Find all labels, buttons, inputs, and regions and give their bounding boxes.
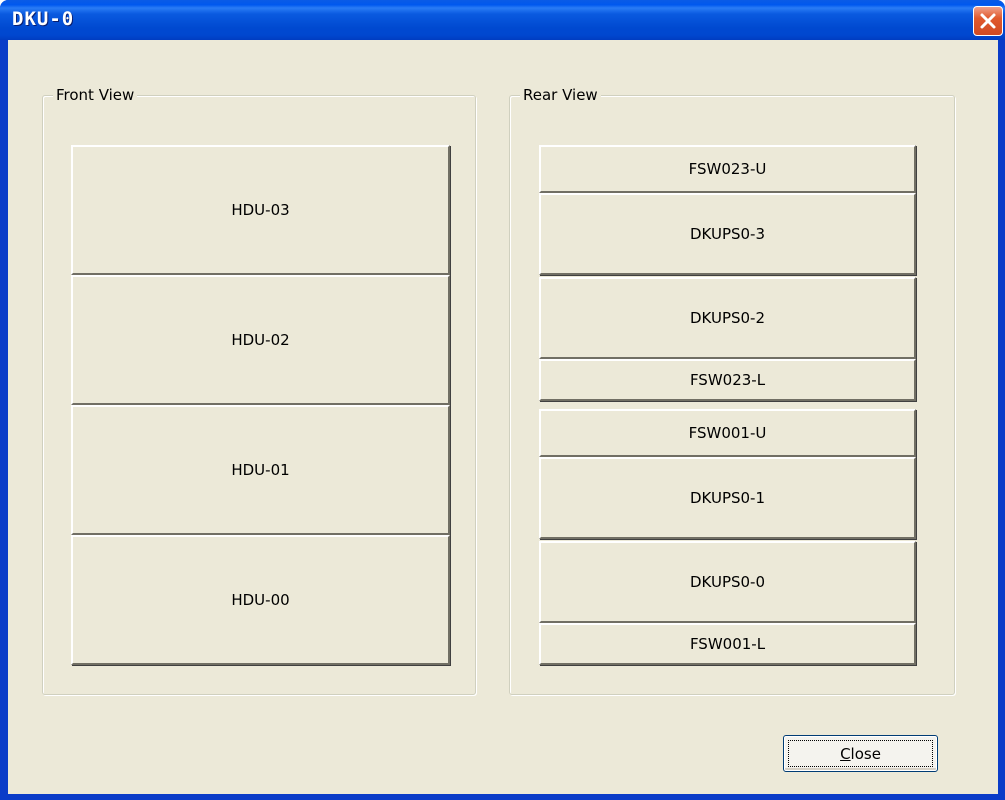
hdu-03-button[interactable]: HDU-03 [71, 145, 450, 275]
close-button[interactable]: Close [783, 735, 938, 772]
title-close-button[interactable] [973, 6, 1003, 36]
fsw023-u-button[interactable]: FSW023-U [539, 145, 916, 193]
dialog-window: DKU-0 Front View HDU-03 HDU-02 HDU-01 HD… [0, 0, 1005, 800]
rear-view-label: Rear View [520, 86, 601, 104]
dkups0-0-button[interactable]: DKUPS0-0 [539, 541, 916, 623]
dkups0-2-button[interactable]: DKUPS0-2 [539, 277, 916, 359]
title-bar[interactable]: DKU-0 [0, 0, 1005, 40]
focus-rectangle [788, 740, 933, 767]
fsw001-l-button[interactable]: FSW001-L [539, 623, 916, 665]
front-view-label: Front View [53, 86, 138, 104]
fsw023-l-button[interactable]: FSW023-L [539, 359, 916, 401]
close-icon [980, 13, 996, 29]
fsw001-u-button[interactable]: FSW001-U [539, 409, 916, 457]
hdu-01-button[interactable]: HDU-01 [71, 405, 450, 535]
dkups0-1-button[interactable]: DKUPS0-1 [539, 457, 916, 539]
window-title: DKU-0 [12, 8, 75, 30]
hdu-00-button[interactable]: HDU-00 [71, 535, 450, 665]
hdu-02-button[interactable]: HDU-02 [71, 275, 450, 405]
dkups0-3-button[interactable]: DKUPS0-3 [539, 193, 916, 275]
dialog-client-area: Front View HDU-03 HDU-02 HDU-01 HDU-00 R… [8, 40, 998, 794]
